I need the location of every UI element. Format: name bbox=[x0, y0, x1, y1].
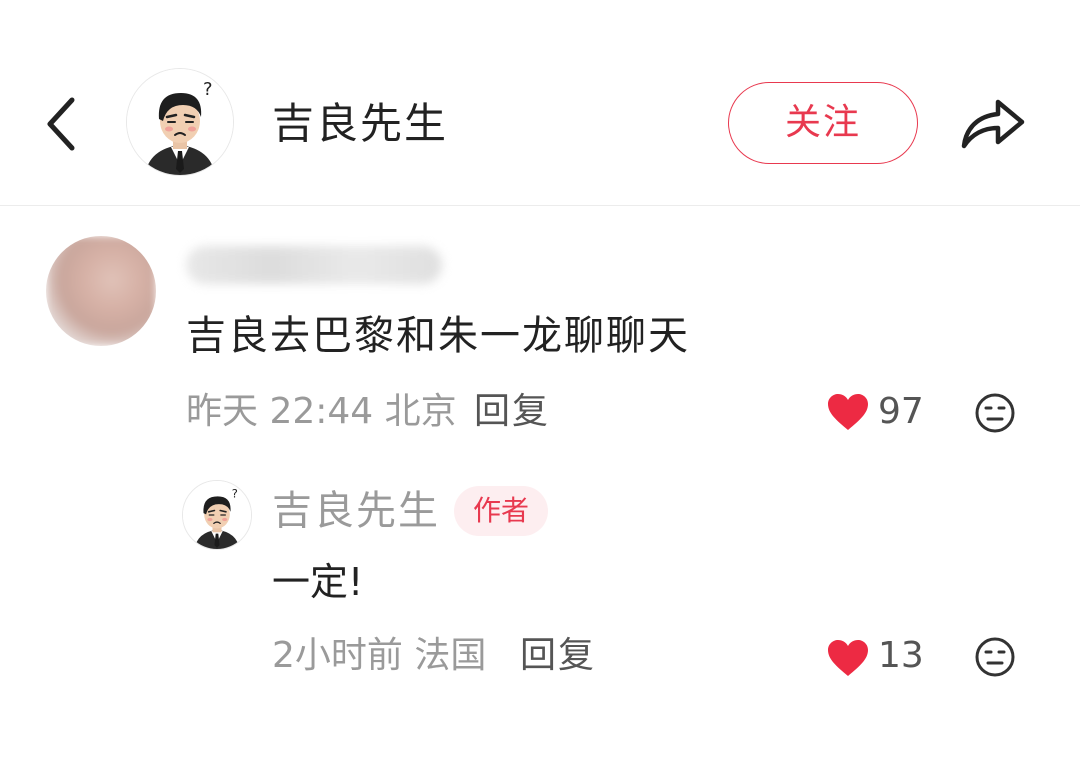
comment-reply-button[interactable]: 回复 bbox=[474, 388, 550, 436]
share-button[interactable] bbox=[958, 90, 1030, 154]
reply-user-name[interactable]: 吉良先生 bbox=[272, 486, 440, 536]
reply-user-avatar[interactable]: ? bbox=[182, 480, 252, 550]
heart-icon bbox=[828, 394, 868, 430]
avatar-illustration: ? bbox=[127, 69, 233, 175]
reply-like-button[interactable] bbox=[826, 638, 870, 678]
meh-face-icon bbox=[975, 393, 1015, 433]
comment-like-count: 97 bbox=[878, 391, 924, 432]
comment-location: 北京 bbox=[384, 391, 457, 432]
reply-reply-button[interactable]: 回复 bbox=[520, 632, 596, 680]
comment-text: 吉良去巴黎和朱一龙聊聊天 bbox=[186, 313, 690, 359]
meh-face-icon bbox=[975, 637, 1015, 677]
top-bar: ? 吉良先生 关注 bbox=[0, 0, 1080, 206]
comment-like-button[interactable] bbox=[826, 392, 870, 432]
follow-button[interactable]: 关注 bbox=[728, 82, 918, 164]
commenter-avatar[interactable] bbox=[46, 236, 156, 346]
comment-meta: 昨天 22:44 北京 bbox=[186, 388, 457, 436]
reply-text: 一定! bbox=[272, 560, 364, 604]
reply-time: 2小时前 bbox=[272, 635, 403, 676]
commenter-name-blurred bbox=[186, 246, 442, 284]
avatar-illustration: ? bbox=[183, 481, 251, 549]
share-arrow-icon bbox=[961, 99, 1025, 149]
svg-text:?: ? bbox=[232, 487, 238, 501]
svg-text:?: ? bbox=[203, 79, 213, 100]
comment-detail-screen: ? 吉良先生 关注 吉良去巴黎和朱一龙聊聊天 昨天 22:44 北京 回复 97… bbox=[0, 0, 1080, 770]
comment-time: 昨天 22:44 bbox=[186, 391, 374, 432]
reply-dislike-button[interactable] bbox=[974, 636, 1016, 678]
back-button[interactable] bbox=[38, 92, 86, 156]
author-badge: 作者 bbox=[454, 486, 548, 536]
user-avatar[interactable]: ? bbox=[126, 68, 234, 176]
comment-dislike-button[interactable] bbox=[974, 392, 1016, 434]
blurred-avatar-image bbox=[46, 236, 156, 346]
header-user-name[interactable]: 吉良先生 bbox=[272, 96, 448, 152]
reply-meta: 2小时前 法国 bbox=[272, 632, 486, 680]
heart-icon bbox=[828, 640, 868, 676]
reply-like-count: 13 bbox=[878, 635, 924, 676]
chevron-left-icon bbox=[47, 97, 75, 151]
reply-location: 法国 bbox=[414, 635, 487, 676]
